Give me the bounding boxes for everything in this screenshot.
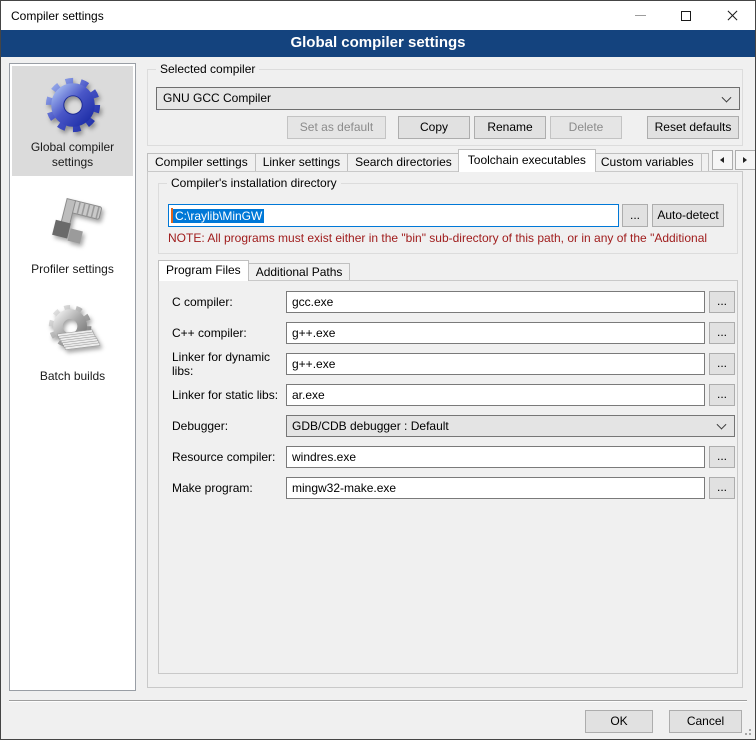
dynamic-linker-input[interactable]: g++.exe (286, 353, 705, 375)
static-linker-input[interactable]: ar.exe (286, 384, 705, 406)
title-bar: Compiler settings (1, 1, 755, 30)
cpp-compiler-input[interactable]: g++.exe (286, 322, 705, 344)
gear-stack-icon (42, 303, 104, 365)
rename-button[interactable]: Rename (474, 116, 546, 139)
installation-directory-group: Compiler's installation directory C:\ray… (158, 183, 738, 254)
sidebar-item-label: Global compiler settings (14, 140, 131, 170)
installation-directory-row: C:\raylib\MinGW ... Auto-detect (168, 204, 724, 227)
compiler-settings-dialog: Compiler settings Global compiler settin… (0, 0, 756, 740)
ok-button[interactable]: OK (585, 710, 653, 733)
tab-linker-settings[interactable]: Linker settings (256, 153, 348, 172)
tab-search-directories[interactable]: Search directories (348, 153, 460, 172)
browse-static-linker-button[interactable]: ... (709, 384, 735, 406)
settings-category-list: Global compiler settings Profiler settin… (9, 63, 136, 691)
chevron-down-icon (722, 92, 732, 102)
field-label: Linker for dynamic libs: (172, 350, 286, 378)
left-arrow-icon (720, 157, 724, 163)
make-program-input[interactable]: mingw32-make.exe (286, 477, 705, 499)
sidebar-item-label: Profiler settings (14, 262, 131, 277)
minimize-icon (635, 15, 646, 16)
debugger-value: GDB/CDB debugger : Default (292, 419, 449, 433)
field-label: C compiler: (172, 295, 286, 309)
tab-additional-paths[interactable]: Additional Paths (249, 263, 351, 281)
dialog-header: Global compiler settings (1, 30, 755, 57)
form-row-make-program: Make program: mingw32-make.exe ... (172, 477, 735, 499)
sidebar-item-label: Batch builds (14, 369, 131, 384)
maximize-button[interactable] (663, 1, 709, 30)
reset-defaults-button[interactable]: Reset defaults (647, 116, 739, 139)
form-row-debugger: Debugger: GDB/CDB debugger : Default (172, 415, 735, 437)
gear-blue-icon (42, 74, 104, 136)
browse-c-compiler-button[interactable]: ... (709, 291, 735, 313)
form-row-cpp-compiler: C++ compiler: g++.exe ... (172, 322, 735, 344)
browse-make-program-button[interactable]: ... (709, 477, 735, 499)
selected-compiler-dropdown[interactable]: GNU GCC Compiler (156, 87, 740, 110)
close-button[interactable] (709, 1, 755, 30)
tab-custom-variables[interactable]: Custom variables (594, 153, 702, 172)
form-row-dynamic-linker: Linker for dynamic libs: g++.exe ... (172, 353, 735, 375)
maximize-icon (681, 11, 691, 21)
selected-text: C:\raylib\MinGW (173, 209, 264, 223)
tab-build-truncated[interactable]: Build (702, 153, 709, 172)
directory-note: NOTE: All programs must exist either in … (168, 231, 734, 245)
group-label: Compiler's installation directory (167, 176, 341, 190)
right-arrow-icon (743, 157, 747, 163)
browse-dynamic-linker-button[interactable]: ... (709, 353, 735, 375)
browse-directory-button[interactable]: ... (622, 204, 648, 227)
form-row-resource-compiler: Resource compiler: windres.exe ... (172, 446, 735, 468)
sidebar-item-batch-builds[interactable]: Batch builds (12, 295, 133, 390)
auto-detect-button[interactable]: Auto-detect (652, 204, 724, 227)
toolchain-executables-panel: Compiler's installation directory C:\ray… (147, 171, 743, 688)
program-tabs: Program Files Additional Paths (158, 260, 350, 281)
installation-directory-input[interactable]: C:\raylib\MinGW (168, 204, 619, 227)
tab-toolchain-executables[interactable]: Toolchain executables (458, 149, 596, 172)
sidebar-item-global-compiler-settings[interactable]: Global compiler settings (12, 66, 133, 176)
browse-resource-compiler-button[interactable]: ... (709, 446, 735, 468)
resource-compiler-input[interactable]: windres.exe (286, 446, 705, 468)
browse-cpp-compiler-button[interactable]: ... (709, 322, 735, 344)
settings-tabs: Compiler settings Linker settings Search… (147, 149, 747, 172)
program-files-panel: C compiler: gcc.exe ... C++ compiler: g+… (158, 280, 738, 674)
minimize-button (617, 1, 663, 30)
caliper-icon (42, 196, 104, 258)
debugger-select[interactable]: GDB/CDB debugger : Default (286, 415, 735, 437)
group-label: Selected compiler (156, 62, 259, 76)
form-row-static-linker: Linker for static libs: ar.exe ... (172, 384, 735, 406)
form-row-c-compiler: C compiler: gcc.exe ... (172, 291, 735, 313)
window-title: Compiler settings (1, 9, 104, 23)
field-label: Make program: (172, 481, 286, 495)
close-icon (726, 9, 739, 22)
tab-scroll-controls (712, 150, 756, 170)
chevron-down-icon (717, 420, 727, 430)
field-label: C++ compiler: (172, 326, 286, 340)
tab-scroll-right-button[interactable] (735, 150, 756, 170)
field-label: Resource compiler: (172, 450, 286, 464)
selected-compiler-group: Selected compiler GNU GCC Compiler Set a… (147, 69, 743, 146)
copy-button[interactable]: Copy (398, 116, 470, 139)
c-compiler-input[interactable]: gcc.exe (286, 291, 705, 313)
field-label: Debugger: (172, 419, 286, 433)
compiler-actions: Set as default Copy Rename Delete Reset … (156, 116, 740, 139)
field-label: Linker for static libs: (172, 388, 286, 402)
selected-compiler-value: GNU GCC Compiler (163, 91, 271, 105)
tab-compiler-settings[interactable]: Compiler settings (147, 153, 256, 172)
tab-program-files[interactable]: Program Files (158, 260, 249, 281)
footer-divider (9, 700, 747, 702)
window-controls (617, 1, 755, 30)
resize-grip[interactable] (741, 725, 751, 735)
sidebar-item-profiler-settings[interactable]: Profiler settings (12, 188, 133, 283)
cancel-button[interactable]: Cancel (669, 710, 742, 733)
tab-scroll-left-button[interactable] (712, 150, 733, 170)
set-as-default-button: Set as default (287, 116, 386, 139)
delete-button: Delete (550, 116, 622, 139)
